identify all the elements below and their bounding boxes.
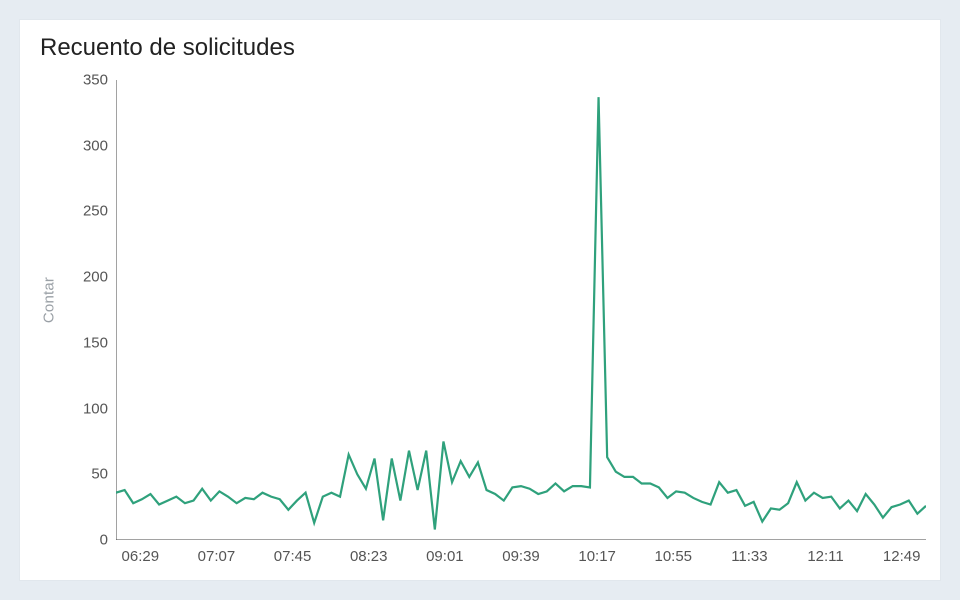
x-tick-label: 06:29 [122, 548, 160, 565]
y-tick-label: 50 [52, 466, 108, 483]
x-tick-label: 12:49 [883, 548, 921, 565]
x-tick-label: 10:17 [578, 548, 616, 565]
chart-panel: Recuento de solicitudes Contar 050100150… [20, 20, 940, 580]
y-tick-label: 0 [52, 532, 108, 549]
y-tick-label: 250 [52, 203, 108, 220]
x-tick-label: 11:33 [731, 548, 767, 565]
y-tick-label: 100 [52, 400, 108, 417]
x-tick-label: 09:01 [426, 548, 464, 565]
x-tick-label: 07:07 [198, 548, 236, 565]
chart-plot [116, 80, 926, 540]
x-tick-label: 09:39 [502, 548, 540, 565]
x-tick-label: 08:23 [350, 548, 388, 565]
y-tick-label: 350 [52, 72, 108, 89]
y-tick-label: 200 [52, 269, 108, 286]
y-tick-label: 300 [52, 137, 108, 154]
y-tick-label: 150 [52, 334, 108, 351]
x-tick-label: 07:45 [274, 548, 312, 565]
x-tick-label: 12:11 [807, 548, 843, 565]
chart-title: Recuento de solicitudes [40, 34, 295, 62]
line-series-requests [116, 97, 926, 529]
x-tick-label: 10:55 [654, 548, 692, 565]
